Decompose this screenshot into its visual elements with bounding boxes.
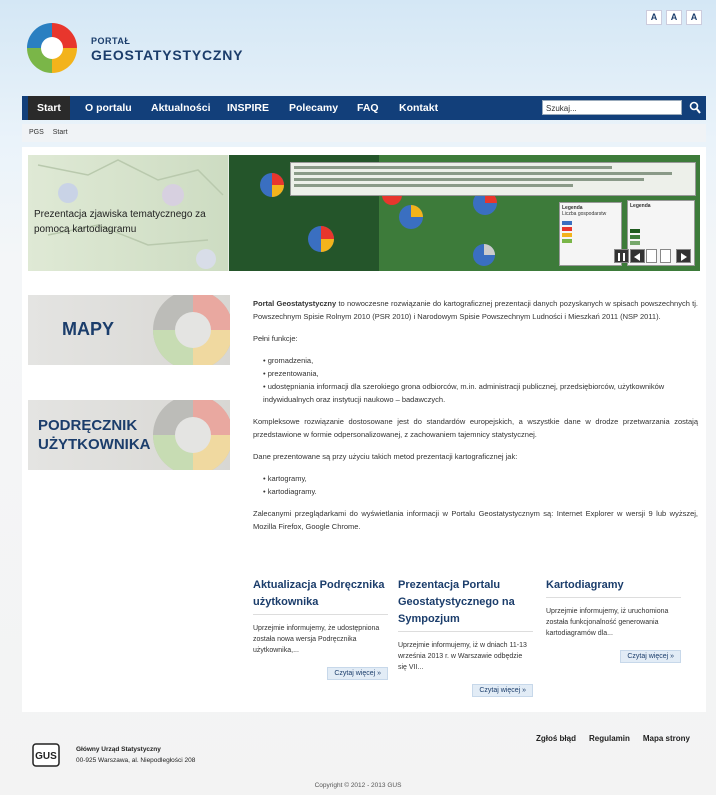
- nav-aktualnosci[interactable]: Aktualności: [142, 96, 220, 120]
- logo-big-text: GEOSTATYSTYCZNY: [91, 47, 244, 63]
- sitemap-link[interactable]: Mapa strony: [643, 734, 690, 743]
- read-more-button[interactable]: Czytaj więcej »: [620, 650, 681, 663]
- maps-banner-graphic: [153, 295, 230, 365]
- slider-header-line: [294, 178, 645, 181]
- breadcrumb-start: Start: [52, 129, 68, 136]
- news-text: Uprzejmie informujemy, iż uruchomiona zo…: [546, 608, 669, 637]
- news-title[interactable]: Kartodiagramy: [546, 577, 681, 598]
- search-input[interactable]: Szukaj...: [542, 100, 682, 115]
- font-size-medium-button[interactable]: A: [666, 10, 682, 25]
- slider-next-button[interactable]: [676, 249, 691, 263]
- nav-start[interactable]: Start: [28, 96, 70, 120]
- slider-prev-button[interactable]: [630, 249, 645, 263]
- manual-banner-graphic: [153, 400, 230, 470]
- legend-swatch: [630, 229, 640, 233]
- browsers-paragraph: Zalecanymi przeglądarkami do wyświetlani…: [253, 509, 698, 531]
- read-more-button[interactable]: Czytaj więcej »: [472, 684, 533, 697]
- news-text: Uprzejmie informujemy, iż w dniach 11-13…: [398, 642, 527, 671]
- footer-org: Główny Urząd Statystyczny 00-925 Warszaw…: [76, 744, 195, 766]
- legend-swatch: [562, 233, 572, 237]
- header: PORTAŁ GEOSTATYSTYCZNY A A A: [0, 0, 716, 95]
- slider-header-line: [294, 166, 613, 169]
- footer-links: Zgłoś błąd Regulamin Mapa strony: [536, 734, 690, 743]
- manual-banner[interactable]: PODRĘCZNIK UŻYTKOWNIKA: [28, 400, 230, 470]
- intro-paragraph: Portal Geostatystyczny to nowoczesne roz…: [253, 297, 698, 323]
- legend-title-2: Legenda: [630, 203, 651, 209]
- legend-swatch: [562, 221, 572, 225]
- news-item: Prezentacja Portalu Geostatystycznego na…: [398, 577, 533, 697]
- legend-swatch: [630, 241, 640, 245]
- gus-logo[interactable]: GUS: [32, 743, 60, 767]
- nav-kontakt[interactable]: Kontakt: [390, 96, 447, 120]
- manual-banner-line1: PODRĘCZNIK: [38, 417, 138, 434]
- slider-left-panel: Prezentacja zjawiska tematycznego za pom…: [28, 155, 228, 271]
- pie-chart-1: [260, 173, 284, 197]
- slider-caption: Prezentacja zjawiska tematycznego za pom…: [34, 209, 206, 235]
- legend-box: Legenda Liczba gospodarstw: [559, 202, 622, 266]
- list-item: prezentowania,: [263, 367, 698, 380]
- nav-o-portalu[interactable]: O portalu: [76, 96, 141, 120]
- portal-logo[interactable]: [22, 21, 82, 75]
- intro-text: Portal Geostatystyczny to nowoczesne roz…: [253, 297, 698, 542]
- intro-bold: Portal Geostatystyczny: [253, 299, 337, 308]
- copyright: Copyright © 2012 - 2013 GUS: [314, 782, 402, 789]
- standards-paragraph: Kompleksowe rozwiązanie dostosowane jest…: [253, 417, 698, 439]
- breadcrumb-pgs[interactable]: PGS: [29, 129, 44, 136]
- manual-banner-label: PODRĘCZNIK UŻYTKOWNIKA: [38, 416, 151, 454]
- slider-dot-2[interactable]: [660, 249, 671, 263]
- next-icon: [681, 253, 687, 261]
- font-size-small-button[interactable]: A: [646, 10, 662, 25]
- read-more-button[interactable]: Czytaj więcej »: [327, 667, 388, 680]
- slider-thematic-header: [290, 162, 696, 196]
- main-nav: Start O portalu Aktualności INSPIRE Pole…: [22, 96, 706, 120]
- image-slider[interactable]: Prezentacja zjawiska tematycznego za pom…: [28, 155, 700, 271]
- nav-inspire[interactable]: INSPIRE: [218, 96, 278, 120]
- functions-list: gromadzenia, prezentowania, udostępniani…: [253, 354, 698, 406]
- org-name: Główny Urząd Statystyczny: [76, 746, 161, 753]
- pie-chart-2: [399, 205, 423, 229]
- news-text: Uprzejmie informujemy, że udostępniona z…: [253, 625, 380, 654]
- methods-list: kartogramy, kartodiagramy.: [253, 472, 698, 498]
- logo-text: PORTAŁ GEOSTATYSTYCZNY: [91, 36, 244, 63]
- slider-header-line: [294, 184, 573, 187]
- news-item: Aktualizacja Podręcznika użytkownika Upr…: [253, 577, 388, 680]
- methods-label: Dane prezentowane są przy użyciu takich …: [253, 452, 518, 461]
- prev-icon: [634, 253, 640, 261]
- legend-swatch: [562, 227, 572, 231]
- nav-faq[interactable]: FAQ: [348, 96, 388, 120]
- search-icon[interactable]: [689, 101, 701, 115]
- maps-banner[interactable]: MAPY: [28, 295, 230, 365]
- terms-link[interactable]: Regulamin: [589, 734, 630, 743]
- slider-dot-1[interactable]: [646, 249, 657, 263]
- font-size-switcher: A A A: [646, 10, 702, 25]
- font-size-large-button[interactable]: A: [686, 10, 702, 25]
- list-item: gromadzenia,: [263, 354, 698, 367]
- manual-banner-line2: UŻYTKOWNIKA: [38, 436, 151, 453]
- breadcrumb: PGS Start: [22, 124, 706, 142]
- pause-icon: [618, 253, 625, 261]
- functions-label: Pełni funkcje:: [253, 334, 298, 343]
- pie-chart-3: [308, 226, 334, 252]
- nav-polecamy[interactable]: Polecamy: [280, 96, 347, 120]
- legend-subtitle: Liczba gospodarstw: [562, 211, 607, 217]
- org-address: 00-925 Warszawa, al. Niepodległości 208: [76, 757, 196, 764]
- slider-header-line: [294, 172, 673, 175]
- news-title[interactable]: Prezentacja Portalu Geostatystycznego na…: [398, 577, 533, 632]
- maps-banner-label: MAPY: [62, 319, 115, 339]
- list-item: kartodiagramy.: [263, 485, 698, 498]
- report-error-link[interactable]: Zgłoś błąd: [536, 734, 576, 743]
- slider-pause-button[interactable]: [614, 249, 629, 263]
- news-title[interactable]: Aktualizacja Podręcznika użytkownika: [253, 577, 388, 615]
- list-item: udostępniania informacji dla szerokiego …: [263, 380, 698, 406]
- list-item: kartogramy,: [263, 472, 698, 485]
- news-item: Kartodiagramy Uprzejmie informujemy, iż …: [546, 577, 681, 663]
- logo-small-text: PORTAŁ: [91, 36, 131, 46]
- legend-swatch: [630, 235, 640, 239]
- content-area: Prezentacja zjawiska tematycznego za pom…: [22, 147, 706, 712]
- pie-chart-5: [473, 244, 495, 266]
- legend-swatch: [562, 239, 572, 243]
- gus-logo-text: GUS: [35, 751, 57, 762]
